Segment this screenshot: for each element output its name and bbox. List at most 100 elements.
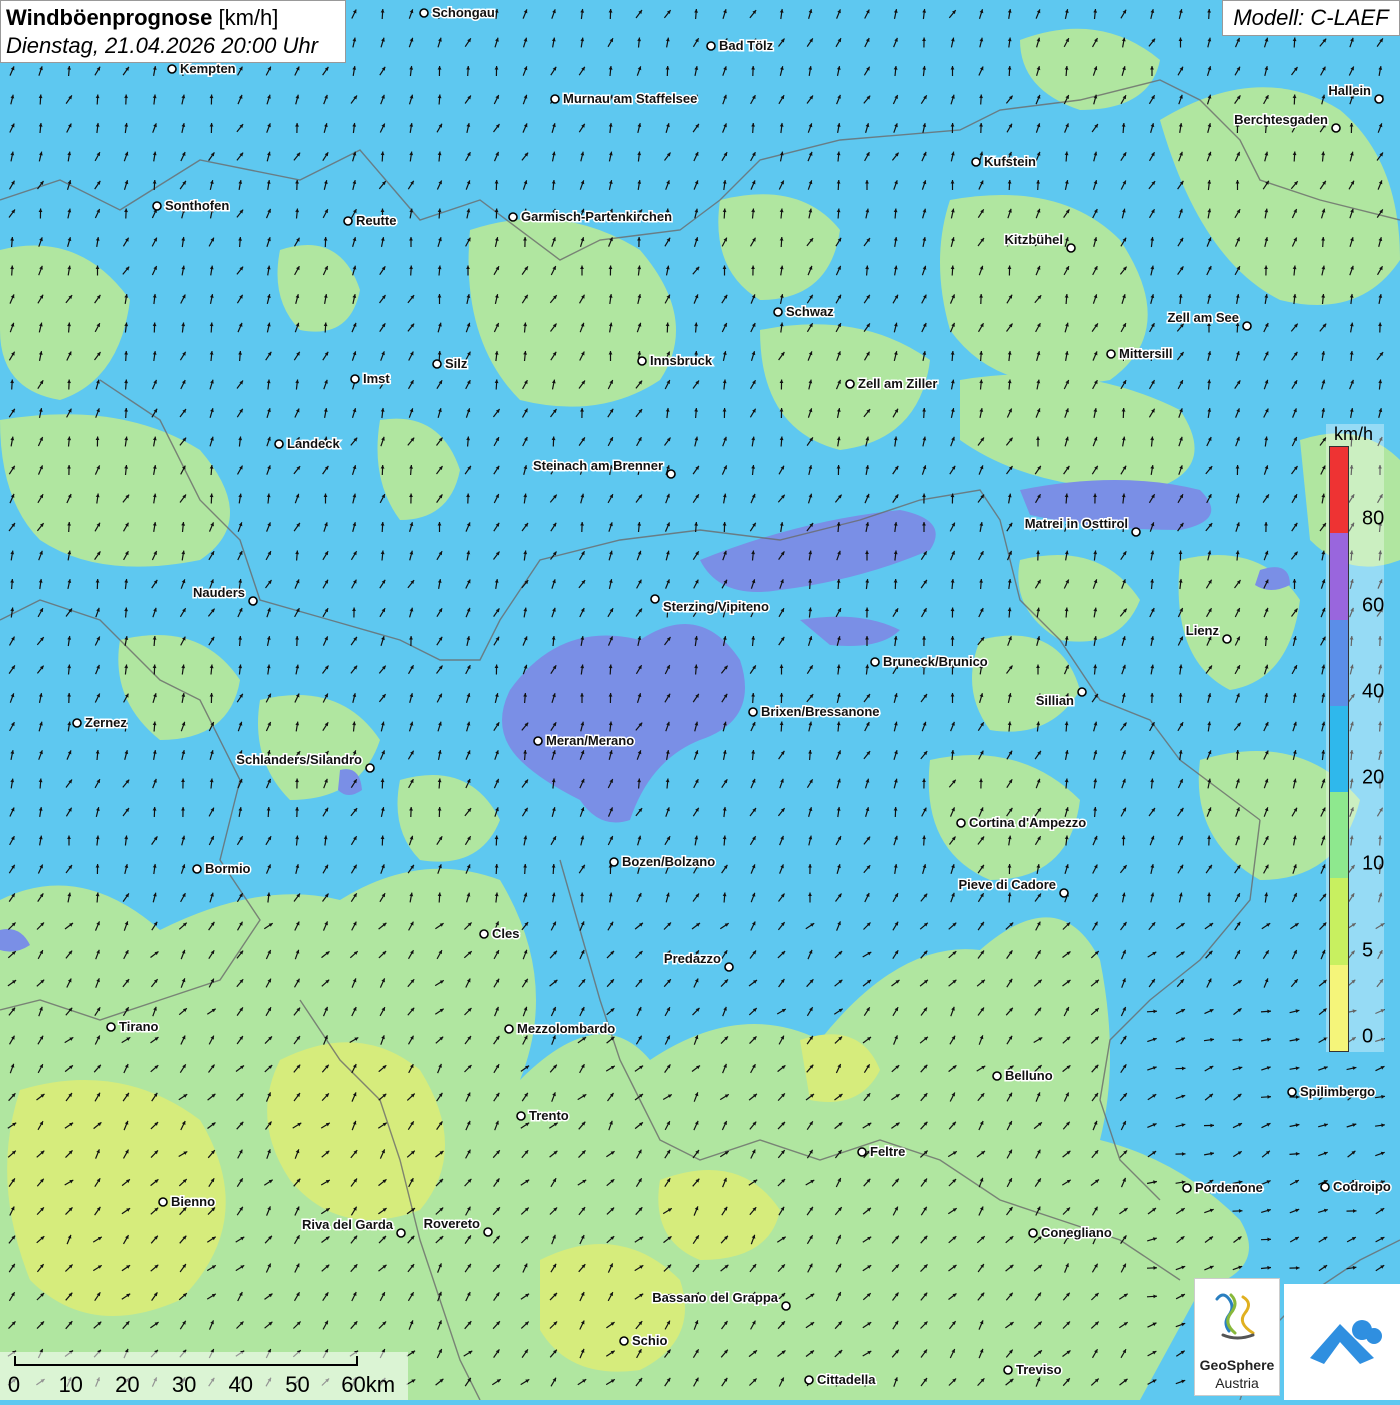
place-marker[interactable]: Sonthofen xyxy=(153,198,229,213)
scale-bar-label: 0 xyxy=(8,1372,20,1398)
place-label: Steinach am Brenner xyxy=(533,458,663,473)
place-dot xyxy=(993,1072,1001,1080)
legend-color-segment xyxy=(1330,965,1348,1051)
place-label: Bassano del Grappa xyxy=(652,1290,778,1305)
place-label: Sillian xyxy=(1036,693,1074,708)
place-label: Silz xyxy=(445,356,468,371)
place-label: Bienno xyxy=(171,1194,215,1209)
place-label: Lienz xyxy=(1186,623,1220,638)
scale-bar-label: 50 xyxy=(285,1372,309,1398)
place-dot xyxy=(1321,1183,1329,1191)
place-dot xyxy=(725,963,733,971)
place-label: Treviso xyxy=(1016,1362,1062,1377)
place-marker[interactable]: Conegliano xyxy=(1029,1225,1112,1240)
legend-tick-label: 40 xyxy=(1362,680,1384,703)
place-marker[interactable]: Spilimbergo xyxy=(1288,1084,1375,1099)
legend-color-bar xyxy=(1329,446,1349,1052)
place-label: Bruneck/Brunico xyxy=(883,654,988,669)
place-dot xyxy=(534,737,542,745)
geosphere-logo[interactable]: GeoSphere Austria xyxy=(1194,1278,1280,1396)
forecast-datetime: Dienstag, 21.04.2026 20:00 Uhr xyxy=(6,32,340,60)
place-dot xyxy=(168,65,176,73)
place-dot xyxy=(972,158,980,166)
place-label: Garmisch-Partenkirchen xyxy=(521,209,672,224)
place-label: Sterzing/Vipiteno xyxy=(663,599,769,614)
place-label: Meran/Merano xyxy=(546,733,634,748)
place-label: Cles xyxy=(492,926,519,941)
legend-color-segment xyxy=(1330,878,1348,964)
place-dot xyxy=(73,719,81,727)
place-dot xyxy=(551,95,559,103)
logo-name: GeoSphere xyxy=(1195,1357,1279,1373)
cloud-app-icon xyxy=(1284,1284,1400,1400)
place-label: Bad Tölz xyxy=(719,38,774,53)
place-dot xyxy=(620,1337,628,1345)
scale-bar-label: 40 xyxy=(229,1372,253,1398)
place-dot xyxy=(782,1302,790,1310)
place-marker[interactable]: Bozen/Bolzano xyxy=(610,854,715,869)
place-dot xyxy=(638,357,646,365)
place-dot xyxy=(858,1148,866,1156)
legend-color-segment xyxy=(1330,706,1348,792)
legend-tick-label: 80 xyxy=(1362,508,1384,531)
place-dot xyxy=(667,470,675,478)
place-label: Zell am See xyxy=(1167,310,1239,325)
place-dot xyxy=(517,1112,525,1120)
place-dot xyxy=(480,930,488,938)
place-marker[interactable]: Zell am Ziller xyxy=(846,376,937,391)
place-dot xyxy=(749,708,757,716)
place-dot xyxy=(1132,528,1140,536)
place-marker[interactable]: Mezzolombardo xyxy=(505,1021,615,1036)
place-dot xyxy=(1029,1229,1037,1237)
place-dot xyxy=(193,865,201,873)
scale-bar-label: 30 xyxy=(172,1372,196,1398)
place-label: Schongau xyxy=(432,5,495,20)
wind-gust-map[interactable]: Schongau Bad Tölz Kempten Hallein Murnau am … xyxy=(0,0,1400,1400)
place-label: Murnau am Staffelsee xyxy=(563,91,697,106)
scale-bar: 0102030405060km xyxy=(0,1352,408,1400)
place-label: Mezzolombardo xyxy=(517,1021,615,1036)
place-label: Rovereto xyxy=(424,1216,480,1231)
place-dot xyxy=(1243,322,1251,330)
place-marker[interactable]: Bruneck/Brunico xyxy=(871,654,988,669)
title-box: Windböenprognose [km/h] Dienstag, 21.04.… xyxy=(0,0,346,63)
place-dot xyxy=(275,440,283,448)
place-marker[interactable]: Schongau xyxy=(420,5,495,20)
place-label: Innsbruck xyxy=(650,353,713,368)
legend-tick-label: 0 xyxy=(1362,1026,1373,1049)
map-title: Windböenprognose [km/h] xyxy=(6,4,340,32)
place-dot xyxy=(153,202,161,210)
place-dot xyxy=(1375,95,1383,103)
place-marker[interactable]: Cortina d'Ampezzo xyxy=(957,815,1086,830)
place-label: Zell am Ziller xyxy=(858,376,937,391)
place-marker[interactable]: Murnau am Staffelsee xyxy=(551,91,697,106)
legend-color-segment xyxy=(1330,533,1348,619)
place-dot xyxy=(484,1228,492,1236)
place-marker[interactable]: Meran/Merano xyxy=(534,733,634,748)
app-logo[interactable] xyxy=(1284,1284,1400,1400)
place-marker[interactable]: Innsbruck xyxy=(638,353,713,368)
place-label: Cittadella xyxy=(817,1372,876,1387)
place-label: Kempten xyxy=(180,61,236,76)
legend-tick-label: 10 xyxy=(1362,853,1384,876)
place-label: Trento xyxy=(529,1108,569,1123)
place-label: Codroipo xyxy=(1333,1179,1391,1194)
place-dot xyxy=(707,42,715,50)
place-label: Pieve di Cadore xyxy=(958,877,1056,892)
place-label: Hallein xyxy=(1328,83,1371,98)
place-label: Nauders xyxy=(193,585,245,600)
place-marker[interactable]: Garmisch-Partenkirchen xyxy=(509,209,672,224)
place-marker[interactable]: Pordenone xyxy=(1183,1180,1263,1195)
place-label: Spilimbergo xyxy=(1300,1084,1375,1099)
place-dot xyxy=(344,217,352,225)
scale-bar-label: 20 xyxy=(115,1372,139,1398)
place-label: Reutte xyxy=(356,213,396,228)
logo-subtitle: Austria xyxy=(1195,1375,1279,1391)
place-dot xyxy=(366,764,374,772)
place-marker[interactable]: Brixen/Bressanone xyxy=(749,704,880,719)
place-label: Bozen/Bolzano xyxy=(622,854,715,869)
place-dot xyxy=(957,819,965,827)
place-dot xyxy=(249,597,257,605)
place-dot xyxy=(1183,1184,1191,1192)
title-name: Windböenprognose xyxy=(6,5,212,30)
